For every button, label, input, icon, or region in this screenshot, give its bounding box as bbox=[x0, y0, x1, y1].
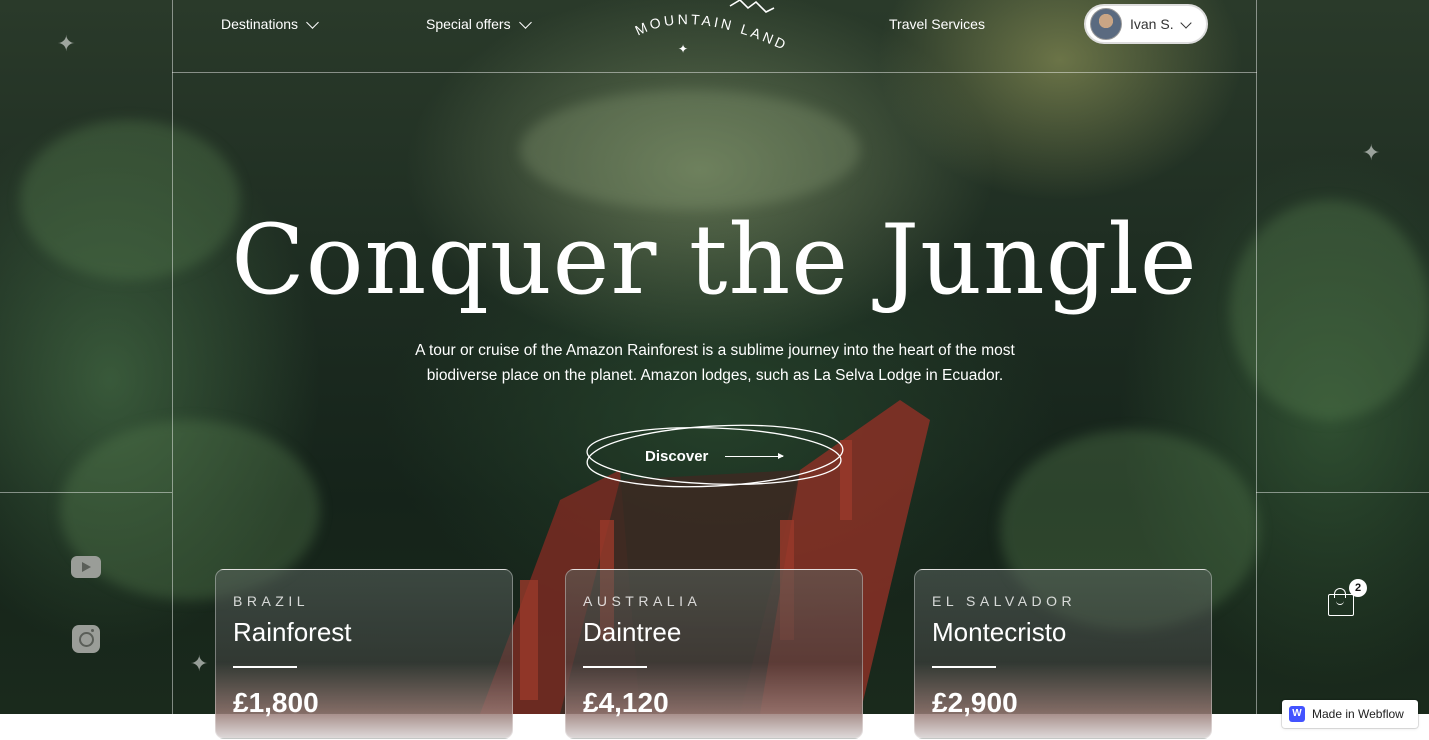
made-in-webflow-badge[interactable]: W Made in Webflow bbox=[1282, 700, 1418, 728]
webflow-icon: W bbox=[1289, 706, 1305, 722]
destination-card-australia[interactable]: AUSTRALIA Daintree £4,120 bbox=[565, 569, 863, 739]
user-menu-button[interactable]: Ivan S. bbox=[1084, 4, 1208, 44]
card-country: BRAZIL bbox=[233, 593, 310, 609]
nav-travel-services[interactable]: Travel Services bbox=[889, 16, 985, 32]
card-price: £4,120 bbox=[583, 687, 669, 718]
destination-card-brazil[interactable]: BRAZIL Rainforest £1,800 bbox=[215, 569, 513, 739]
chevron-down-icon bbox=[1180, 17, 1192, 29]
nav-destinations-label: Destinations bbox=[221, 16, 299, 32]
instagram-icon[interactable] bbox=[72, 625, 100, 653]
card-divider bbox=[233, 666, 297, 668]
chevron-down-icon bbox=[518, 15, 532, 29]
nav-special-offers-label: Special offers bbox=[426, 16, 511, 32]
card-country: EL SALVADOR bbox=[932, 593, 1077, 609]
nav-special-offers[interactable]: Special offers bbox=[426, 15, 532, 32]
bag-body bbox=[1328, 594, 1354, 616]
card-title: Rainforest bbox=[233, 617, 352, 647]
sparkle-icon: ✦ bbox=[57, 31, 76, 56]
frame-line-right bbox=[1256, 0, 1257, 714]
card-country: AUSTRALIA bbox=[583, 593, 702, 609]
hero-subtitle: A tour or cruise of the Amazon Rainfores… bbox=[415, 342, 1015, 384]
destination-card-el-salvador[interactable]: EL SALVADOR Montecristo £2,900 bbox=[914, 569, 1212, 739]
user-name: Ivan S. bbox=[1130, 16, 1174, 32]
card-title: Daintree bbox=[583, 617, 682, 647]
frame-line-top bbox=[172, 72, 1257, 73]
sparkle-icon: ✦ bbox=[190, 651, 209, 676]
discover-ring-decor bbox=[586, 424, 844, 488]
svg-text:✦: ✦ bbox=[678, 42, 688, 56]
frame-line-mid-right bbox=[1256, 492, 1429, 493]
nav-travel-services-label: Travel Services bbox=[889, 16, 985, 32]
made-in-webflow-label: Made in Webflow bbox=[1312, 707, 1404, 721]
discover-label: Discover bbox=[645, 448, 709, 465]
mountain-land-logo[interactable]: MOUNTAIN LAND ✦ bbox=[630, 0, 800, 62]
sparkle-icon: ✦ bbox=[1362, 140, 1381, 165]
youtube-icon[interactable] bbox=[71, 556, 101, 578]
chevron-down-icon bbox=[306, 15, 319, 29]
frame-line-mid-left bbox=[0, 492, 172, 493]
card-price: £1,800 bbox=[233, 687, 319, 718]
cart-count-badge: 2 bbox=[1349, 579, 1367, 597]
card-price: £2,900 bbox=[932, 687, 1018, 718]
card-divider bbox=[583, 666, 647, 668]
card-title: Montecristo bbox=[932, 617, 1067, 647]
card-divider bbox=[932, 666, 996, 668]
nav-destinations[interactable]: Destinations bbox=[221, 15, 319, 32]
frame-line-left bbox=[172, 0, 173, 714]
discover-button[interactable]: Discover bbox=[584, 420, 846, 492]
hero-headline: Conquer the Jungle bbox=[231, 204, 1198, 316]
arrow-right-icon bbox=[725, 453, 784, 459]
svg-text:MOUNTAIN LAND: MOUNTAIN LAND bbox=[632, 11, 790, 53]
logo-text: MOUNTAIN LAND bbox=[632, 11, 787, 53]
avatar bbox=[1090, 8, 1122, 40]
